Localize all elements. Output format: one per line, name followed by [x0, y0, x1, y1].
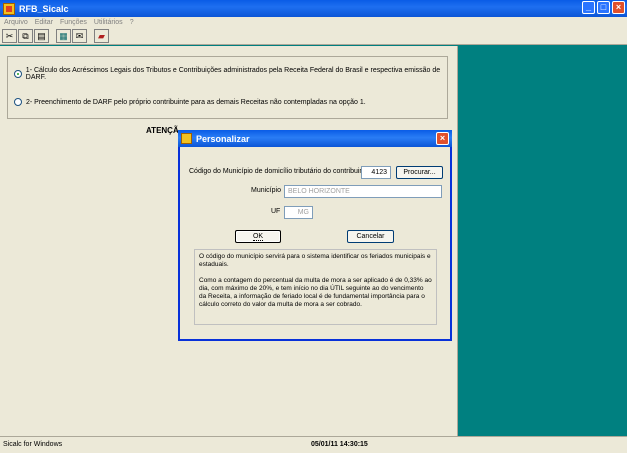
option-2[interactable]: 2- Preenchimento de DARF pelo próprio co…	[14, 98, 366, 106]
paste-icon[interactable]: ▤	[34, 29, 49, 43]
book-icon[interactable]: ▰	[94, 29, 109, 43]
window-controls: _ □ ×	[582, 1, 625, 14]
municipio-field: BELO HORIZONTE	[284, 185, 442, 198]
minimize-button[interactable]: _	[582, 1, 595, 14]
menu-funcoes[interactable]: Funções	[60, 19, 87, 26]
option-1-radio[interactable]	[14, 70, 22, 78]
status-app-name: Sicalc for Windows	[3, 441, 63, 448]
option-1[interactable]: 1- Cálculo dos Acréscimos Legais dos Tri…	[14, 67, 447, 81]
menu-help[interactable]: ?	[130, 19, 134, 26]
codigo-label: Código do Município de domicílio tributá…	[189, 168, 370, 175]
window-titlebar: RFB_Sicalc _ □ ×	[0, 0, 627, 17]
status-datetime: 05/01/11 14:30:15	[311, 441, 368, 448]
menu-editar[interactable]: Editar	[35, 19, 53, 26]
option-2-label: 2- Preenchimento de DARF pelo próprio co…	[26, 98, 366, 106]
close-button[interactable]: ×	[612, 1, 625, 14]
app-icon	[3, 2, 15, 15]
toolbar: ✂ ⧉ ▤ ▦ ✉ ▰	[0, 28, 627, 45]
cut-icon[interactable]: ✂	[2, 29, 17, 43]
calculator-icon[interactable]: ▦	[56, 29, 71, 43]
window-title: RFB_Sicalc	[19, 3, 69, 14]
uf-label: UF	[271, 208, 281, 215]
menu-utilitarios[interactable]: Utilitários	[94, 19, 123, 26]
info-paragraph-1: O código do município servirá para o sis…	[199, 253, 431, 268]
status-bar: Sicalc for Windows 05/01/11 14:30:15	[0, 436, 627, 453]
ok-button[interactable]: OK	[235, 230, 281, 243]
personalizar-dialog: Personalizar × Código do Município de do…	[178, 130, 452, 341]
info-paragraph-2: Como a contagem do percentual da multa d…	[199, 277, 432, 308]
info-box: O código do município servirá para o sis…	[194, 249, 437, 325]
mail-icon[interactable]: ✉	[72, 29, 87, 43]
atencao-label: ATENÇÃ	[146, 126, 179, 135]
dialog-close-button[interactable]: ×	[436, 132, 449, 145]
menu-arquivo[interactable]: Arquivo	[4, 19, 28, 26]
dialog-title: Personalizar	[196, 133, 250, 144]
ok-button-label: OK	[252, 233, 264, 241]
option-1-label: 1- Cálculo dos Acréscimos Legais dos Tri…	[25, 67, 441, 81]
procurar-button[interactable]: Procurar...	[396, 166, 443, 179]
dialog-icon	[181, 133, 192, 144]
menu-bar: Arquivo Editar Funções Utilitários ?	[0, 17, 627, 28]
option-2-radio[interactable]	[14, 98, 22, 106]
codigo-field[interactable]: 4123	[361, 166, 391, 179]
municipio-label: Município	[251, 187, 281, 194]
maximize-button[interactable]: □	[597, 1, 610, 14]
options-group: 1- Cálculo dos Acréscimos Legais dos Tri…	[7, 56, 448, 119]
cancel-button[interactable]: Cancelar	[347, 230, 394, 243]
copy-icon[interactable]: ⧉	[18, 29, 33, 43]
uf-field: MG	[284, 206, 313, 219]
dialog-titlebar: Personalizar ×	[178, 130, 452, 147]
